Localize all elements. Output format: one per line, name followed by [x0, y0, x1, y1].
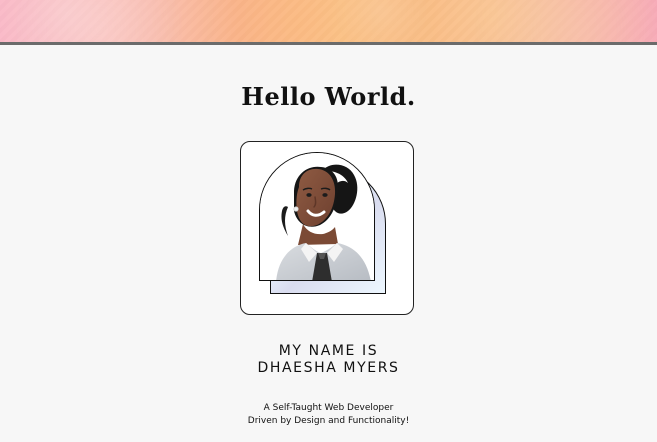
profile-name-block: MY NAME IS DHAESHA MYERS [0, 343, 657, 377]
profile-portrait [260, 153, 374, 280]
hero-banner-texture [0, 0, 657, 42]
profile-tagline: A Self-Taught Web Developer Driven by De… [0, 402, 657, 428]
profile-photo-frame [259, 152, 375, 281]
name-intro: MY NAME IS [278, 343, 379, 359]
page-title: Hello World. [241, 82, 416, 111]
tagline-line-2: Driven by Design and Functionality! [247, 416, 410, 426]
hero-banner [0, 0, 657, 45]
tagline-line-1: A Self-Taught Web Developer [263, 403, 394, 413]
name-title: DHAESHA MYERS [257, 360, 400, 376]
